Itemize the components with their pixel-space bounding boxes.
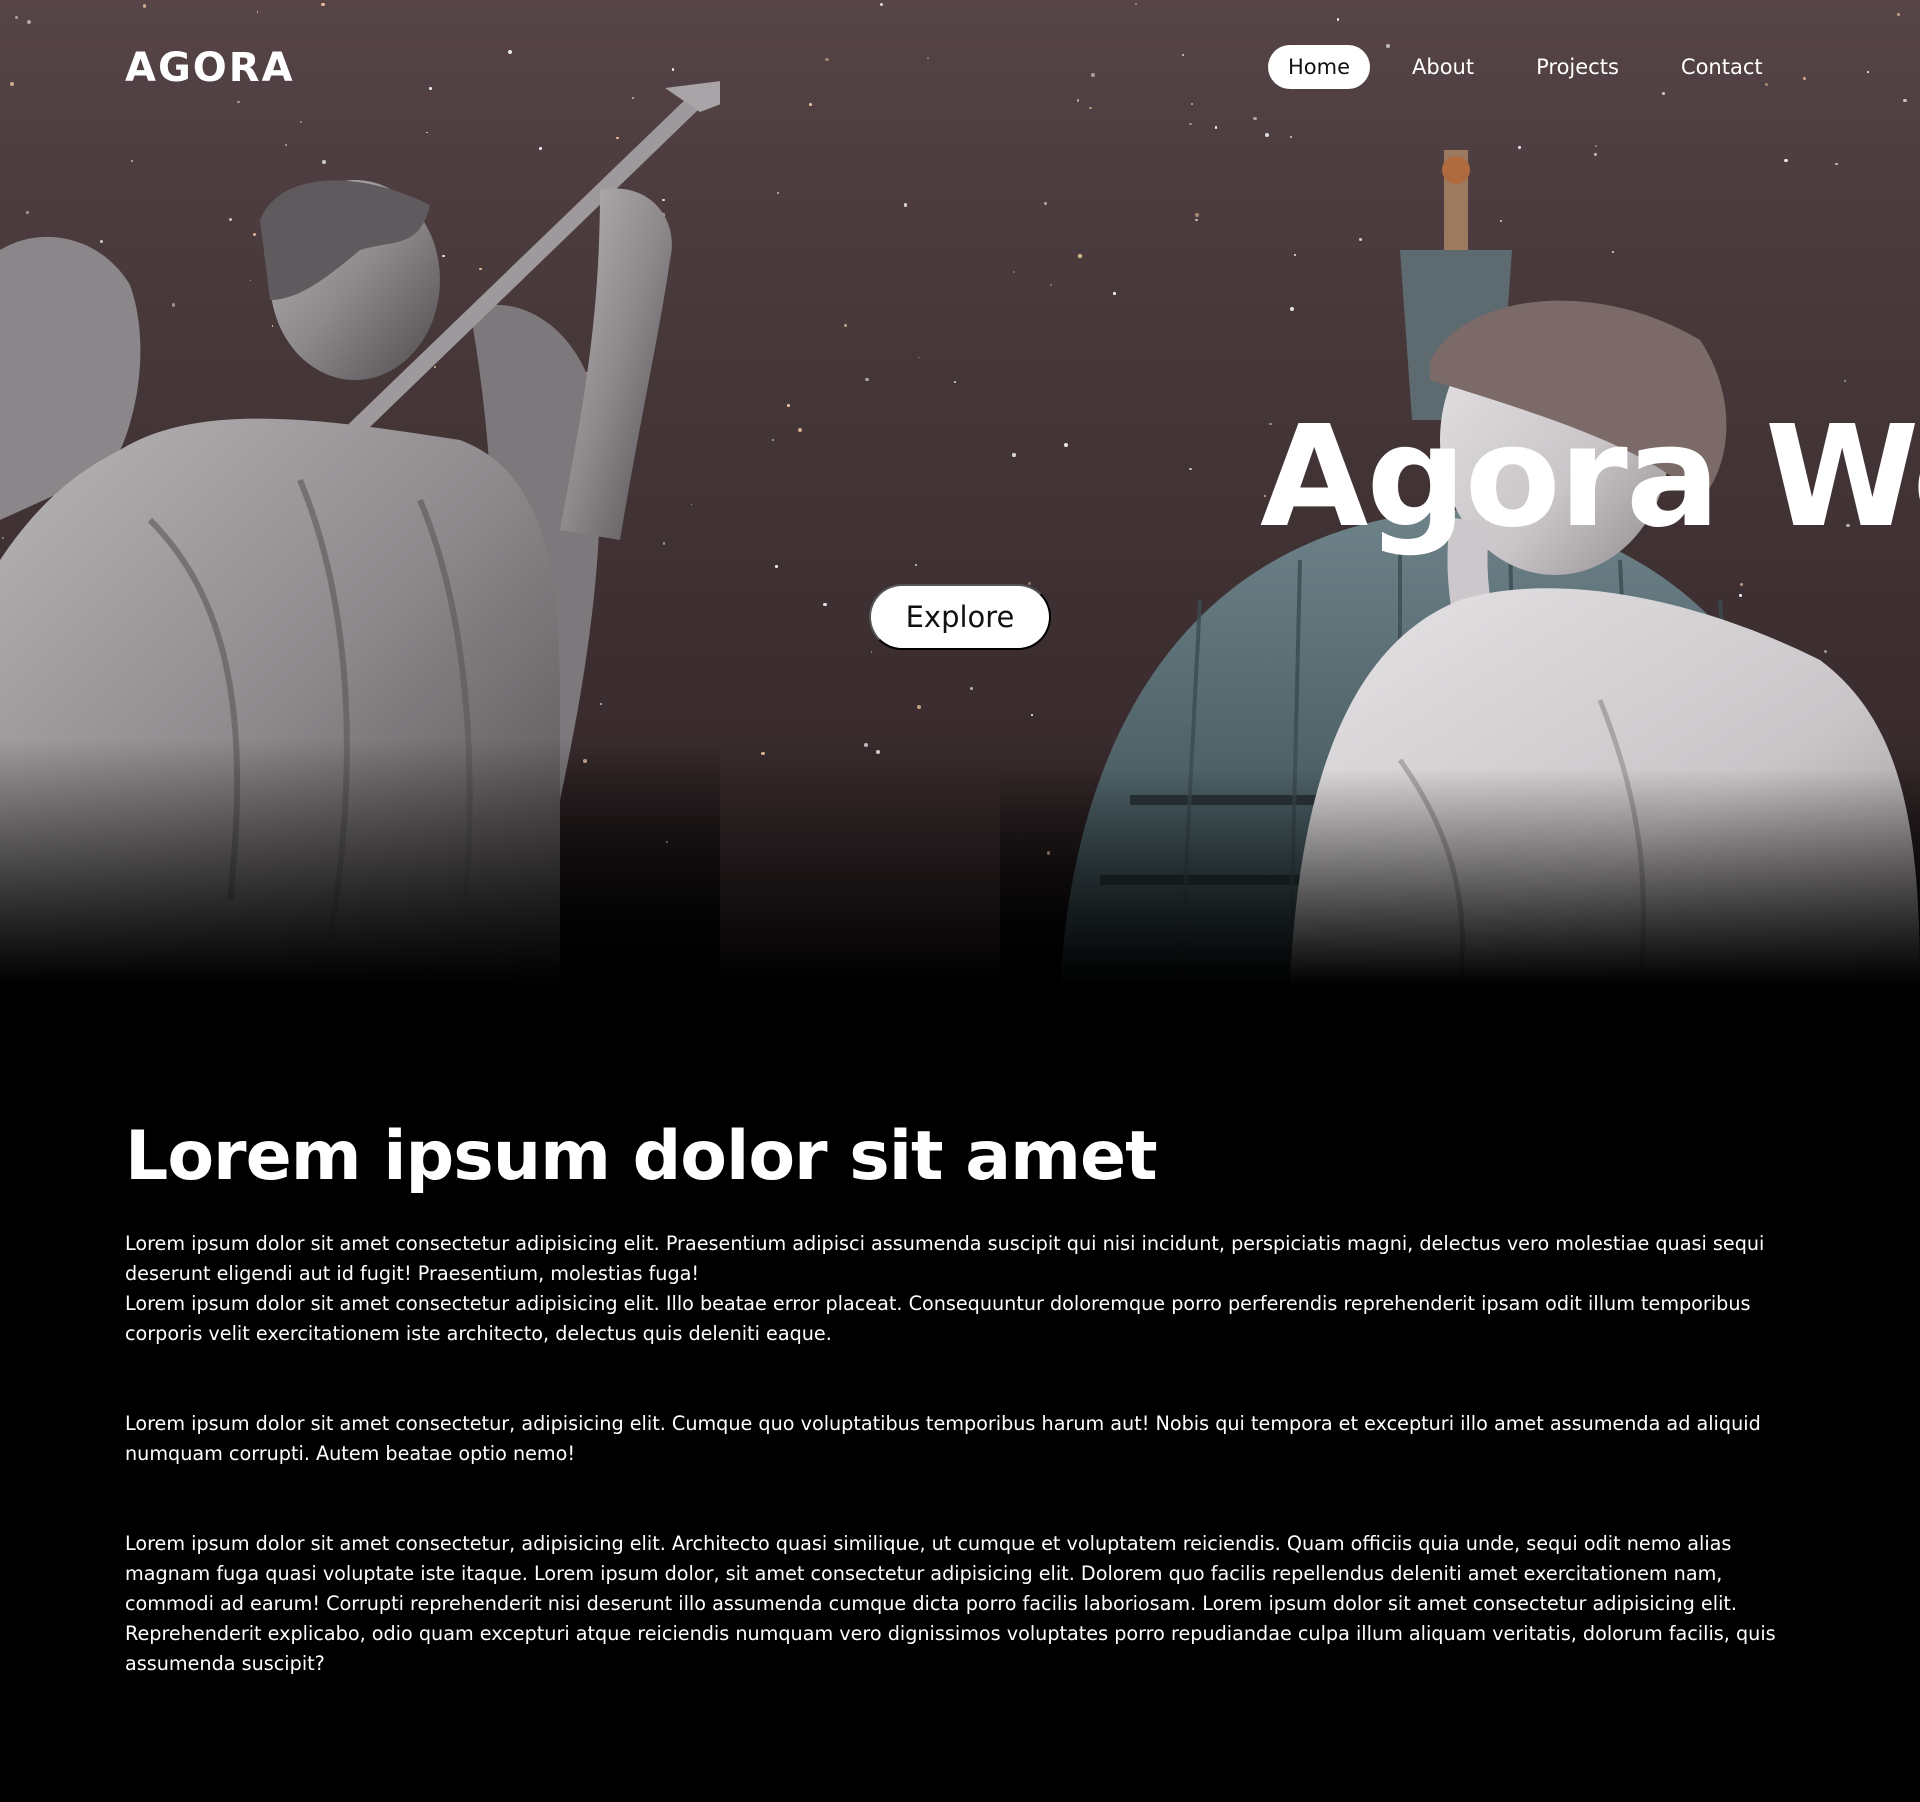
paragraph-3: Lorem ipsum dolor sit amet consectetur, … — [125, 1529, 1795, 1679]
main-content: Lorem ipsum dolor sit amet Lorem ipsum d… — [125, 1117, 1795, 1739]
paragraph-text: Lorem ipsum dolor sit amet consectetur, … — [125, 1531, 1776, 1675]
hero-section: Agora We Explore — [0, 0, 1920, 985]
paragraph-text: Lorem ipsum dolor sit amet consectetur a… — [125, 1231, 1765, 1285]
hero-title: Agora We — [1260, 396, 1920, 559]
top-navigation: AGORA Home About Projects Contact — [0, 0, 1920, 140]
paragraph-text: Lorem ipsum dolor sit amet consectetur a… — [125, 1291, 1751, 1345]
explore-button[interactable]: Explore — [869, 584, 1051, 650]
nav-link-projects[interactable]: Projects — [1516, 45, 1639, 89]
nav-links: Home About Projects Contact — [1268, 45, 1783, 89]
section-heading: Lorem ipsum dolor sit amet — [125, 1117, 1158, 1196]
paragraph-2: Lorem ipsum dolor sit amet consectetur, … — [125, 1409, 1795, 1469]
paragraph-text: Lorem ipsum dolor sit amet consectetur, … — [125, 1411, 1761, 1465]
nav-link-home[interactable]: Home — [1268, 45, 1371, 89]
nav-link-about[interactable]: About — [1392, 45, 1494, 89]
paragraph-1: Lorem ipsum dolor sit amet consectetur a… — [125, 1229, 1795, 1349]
nav-link-contact[interactable]: Contact — [1661, 45, 1783, 89]
site-logo[interactable]: AGORA — [125, 45, 295, 91]
